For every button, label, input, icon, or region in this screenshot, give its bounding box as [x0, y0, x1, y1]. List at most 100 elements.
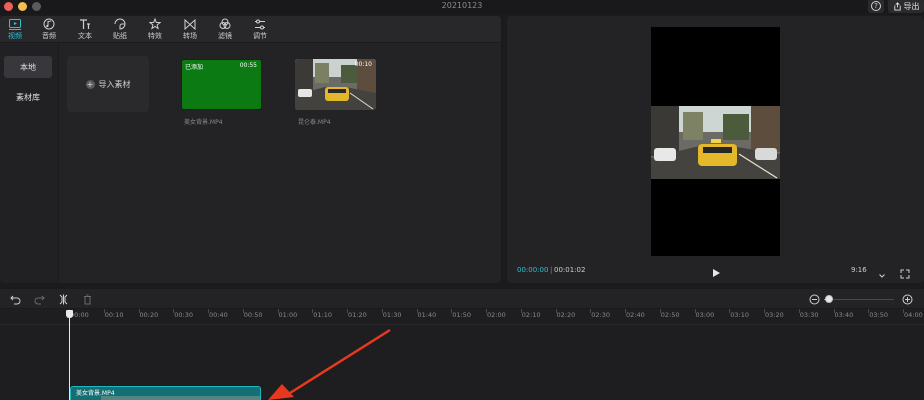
plus-icon: + — [85, 79, 95, 89]
play-icon — [713, 269, 720, 277]
total-time: 00:01:02 — [554, 266, 586, 274]
import-label: 导入素材 — [98, 79, 131, 89]
tab-filter-label: 滤镜 — [218, 32, 232, 40]
media-clip-2[interactable]: 00:10 — [295, 59, 376, 110]
ruler-tick-label: 03:30 — [799, 311, 819, 319]
ruler-tick-label: 03:20 — [765, 311, 784, 319]
audio-icon — [42, 18, 56, 30]
preview-frame — [651, 106, 780, 179]
tab-audio-label: 音频 — [42, 32, 56, 40]
export-label: 导出 — [903, 1, 920, 11]
ruler-tick-label: 02:20 — [556, 311, 576, 319]
aspect-ratio-select[interactable]: 9:16 — [851, 266, 867, 274]
split-button[interactable] — [57, 293, 69, 305]
timeline-panel: 00:00 00:10 00:20 00:30 00:40 00:50 01:00 01:10… — [0, 289, 924, 400]
tab-sticker-label: 贴纸 — [113, 32, 127, 40]
time-separator: | — [550, 266, 553, 274]
transition-icon — [183, 18, 197, 30]
help-icon: ? — [871, 1, 881, 11]
playhead-handle[interactable] — [66, 310, 73, 318]
added-badge: 已添加 — [185, 64, 204, 71]
undo-button[interactable] — [9, 293, 21, 305]
tab-effects[interactable]: 特效 — [141, 18, 169, 42]
ruler-tick-label: 03:50 — [869, 311, 888, 319]
ruler-tick-label: 00:20 — [139, 311, 159, 319]
import-media-button[interactable]: + 导入素材 — [67, 56, 149, 112]
split-icon — [59, 294, 67, 304]
video-icon — [8, 18, 22, 30]
redo-button[interactable] — [33, 293, 45, 305]
sidebar-item-library[interactable]: 素材库 — [4, 86, 52, 108]
ruler-tick-label: 02:40 — [626, 311, 645, 319]
tab-audio[interactable]: 音频 — [35, 18, 63, 42]
redo-icon — [34, 295, 45, 304]
playhead[interactable] — [69, 313, 70, 400]
preview-panel: 00:00:00 | 00:01:02 9:16 — [507, 16, 924, 283]
zoom-slider-handle[interactable] — [825, 295, 833, 303]
zoom-in-icon — [902, 294, 912, 304]
zoom-out-button[interactable] — [808, 293, 820, 305]
media-clip-1[interactable]: 已添加 00:55 — [181, 59, 262, 110]
undo-icon — [9, 295, 20, 304]
window-title: 20210123 — [441, 1, 483, 10]
text-icon — [78, 18, 92, 30]
fullscreen-icon — [900, 269, 910, 279]
adjust-icon — [253, 18, 267, 30]
filter-icon — [218, 18, 232, 30]
fullscreen-button[interactable] — [900, 264, 910, 279]
ruler-tick-label: 00:40 — [209, 311, 228, 319]
ruler-tick-label: 04:00 — [904, 311, 923, 319]
tab-filter[interactable]: 滤镜 — [211, 18, 239, 42]
sidebar-item-local[interactable]: 本地 — [4, 56, 52, 78]
effects-icon — [148, 18, 162, 30]
tab-sticker[interactable]: 贴纸 — [106, 18, 134, 42]
clip-duration: 00:55 — [239, 62, 257, 69]
ruler-tick-label: 01:20 — [348, 311, 367, 319]
ruler-tick-label: 02:30 — [591, 311, 610, 319]
trash-icon — [83, 294, 91, 304]
title-bar: 20210123 ? 导出 — [0, 0, 924, 14]
zoom-slider-track[interactable] — [830, 299, 894, 300]
ruler-tick-label: 03:00 — [695, 311, 715, 319]
tab-video[interactable]: 视频 — [1, 18, 29, 42]
tab-transition[interactable]: 转场 — [176, 18, 204, 42]
timeline-clip[interactable]: 美女背景.MP4 — [70, 386, 261, 400]
app-window: 20210123 ? 导出 视频 音频 文本 贴纸 特效 转场 滤镜 调节 本地… — [0, 0, 924, 400]
zoom-in-button[interactable] — [901, 293, 913, 305]
zoom-out-icon — [809, 294, 819, 304]
tab-video-label: 视频 — [8, 32, 22, 40]
ruler-tick-label: 03:10 — [730, 311, 749, 319]
sticker-icon — [113, 18, 127, 30]
media-toolbar: 视频 音频 文本 贴纸 特效 转场 滤镜 调节 — [0, 16, 501, 43]
ruler-tick-label: 00:10 — [104, 311, 124, 319]
delete-button[interactable] — [81, 293, 93, 305]
media-clip-2-name: 昆仑泰.MP4 — [298, 119, 331, 126]
ruler-tick-label: 01:00 — [278, 311, 298, 319]
tab-adjust-label: 调节 — [253, 32, 267, 40]
ruler-tick-label: 01:10 — [313, 311, 332, 319]
ruler-tick-label: 02:10 — [521, 311, 541, 319]
preview-image — [651, 106, 780, 179]
export-icon — [893, 1, 901, 11]
export-button[interactable]: 导出 — [888, 0, 924, 13]
ruler-tick-label: 00:50 — [243, 311, 263, 319]
timeline-ruler[interactable]: 00:00 00:10 00:20 00:30 00:40 00:50 01:00 01:10… — [0, 309, 924, 325]
ruler-tick-label: 01:30 — [382, 311, 402, 319]
chevron-down-icon[interactable] — [878, 265, 886, 278]
tab-adjust[interactable]: 调节 — [246, 18, 274, 42]
clip-duration: 00:10 — [354, 61, 372, 68]
ruler-tick-label: 00:30 — [174, 311, 193, 319]
tab-text[interactable]: 文本 — [71, 18, 99, 42]
media-clip-1-name: 美女背景.MP4 — [184, 119, 223, 126]
tab-transition-label: 转场 — [183, 32, 197, 40]
help-button[interactable]: ? — [868, 0, 884, 13]
ruler-tick-label: 01:40 — [417, 311, 437, 319]
play-button[interactable] — [710, 264, 722, 277]
ruler-tick-label: 01:50 — [452, 311, 471, 319]
clip-filmstrip — [101, 396, 260, 400]
media-sidebar: 本地 素材库 — [0, 43, 59, 283]
ruler-tick-label: 03:40 — [834, 311, 854, 319]
ruler-tick-label: 02:00 — [487, 311, 506, 319]
tab-effects-label: 特效 — [148, 32, 162, 40]
ruler-tick-label: 02:50 — [660, 311, 680, 319]
